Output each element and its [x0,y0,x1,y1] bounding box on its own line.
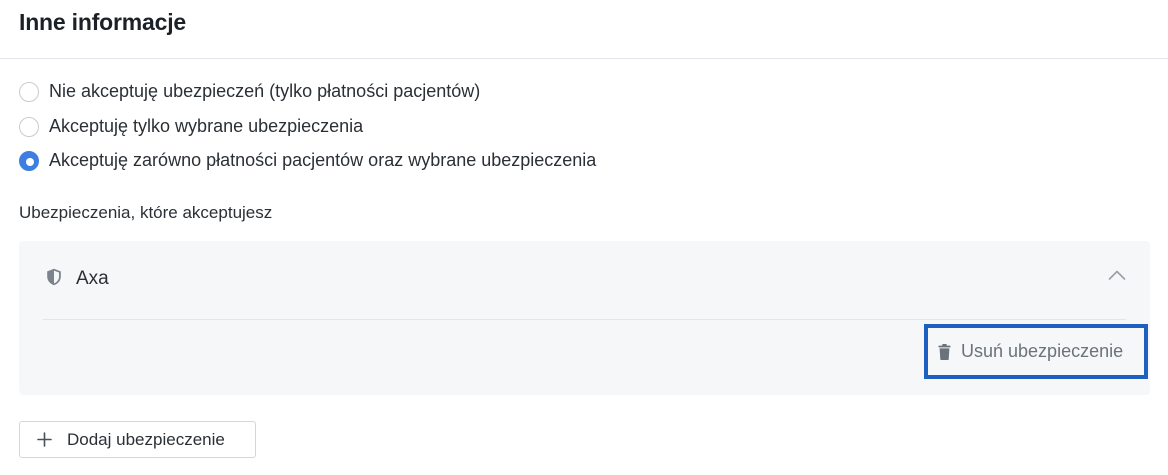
remove-insurance-button[interactable]: Usuń ubezpieczenie [924,324,1148,379]
radio-label: Akceptuję zarówno płatności pacjentów or… [49,150,597,170]
plus-icon [37,432,52,447]
section-header: Inne informacje [0,0,1168,59]
insurance-name: Axa [76,268,109,289]
radio-button-checked[interactable] [19,150,39,171]
remove-insurance-label: Usuń ubezpieczenie [961,341,1124,361]
add-insurance-label: Dodaj ubezpieczenie [67,429,225,449]
radio-option-both[interactable]: Akceptuję zarówno płatności pacjentów or… [19,150,596,171]
insurances-section-label: Ubezpieczenia, które akceptujesz [19,203,273,222]
radio-label: Akceptuję tylko wybrane ubezpieczenia [49,116,364,136]
radio-button[interactable] [19,81,39,102]
insurance-card: Axa Usuń ubezpieczenie [19,241,1150,395]
page-title: Inne informacje [19,9,186,35]
radio-option-selected-insurances[interactable]: Akceptuję tylko wybrane ubezpieczenia [19,116,363,137]
shield-icon [47,268,61,286]
radio-option-no-insurance[interactable]: Nie akceptuję ubezpieczeń (tylko płatnoś… [19,81,480,102]
radio-label: Nie akceptuję ubezpieczeń (tylko płatnoś… [49,81,481,101]
divider [43,319,1126,320]
add-insurance-button[interactable]: Dodaj ubezpieczenie [19,421,256,458]
insurance-card-header[interactable]: Axa [19,241,1150,319]
radio-button[interactable] [19,116,39,137]
trash-icon [938,343,951,360]
chevron-up-icon[interactable] [1108,269,1126,281]
